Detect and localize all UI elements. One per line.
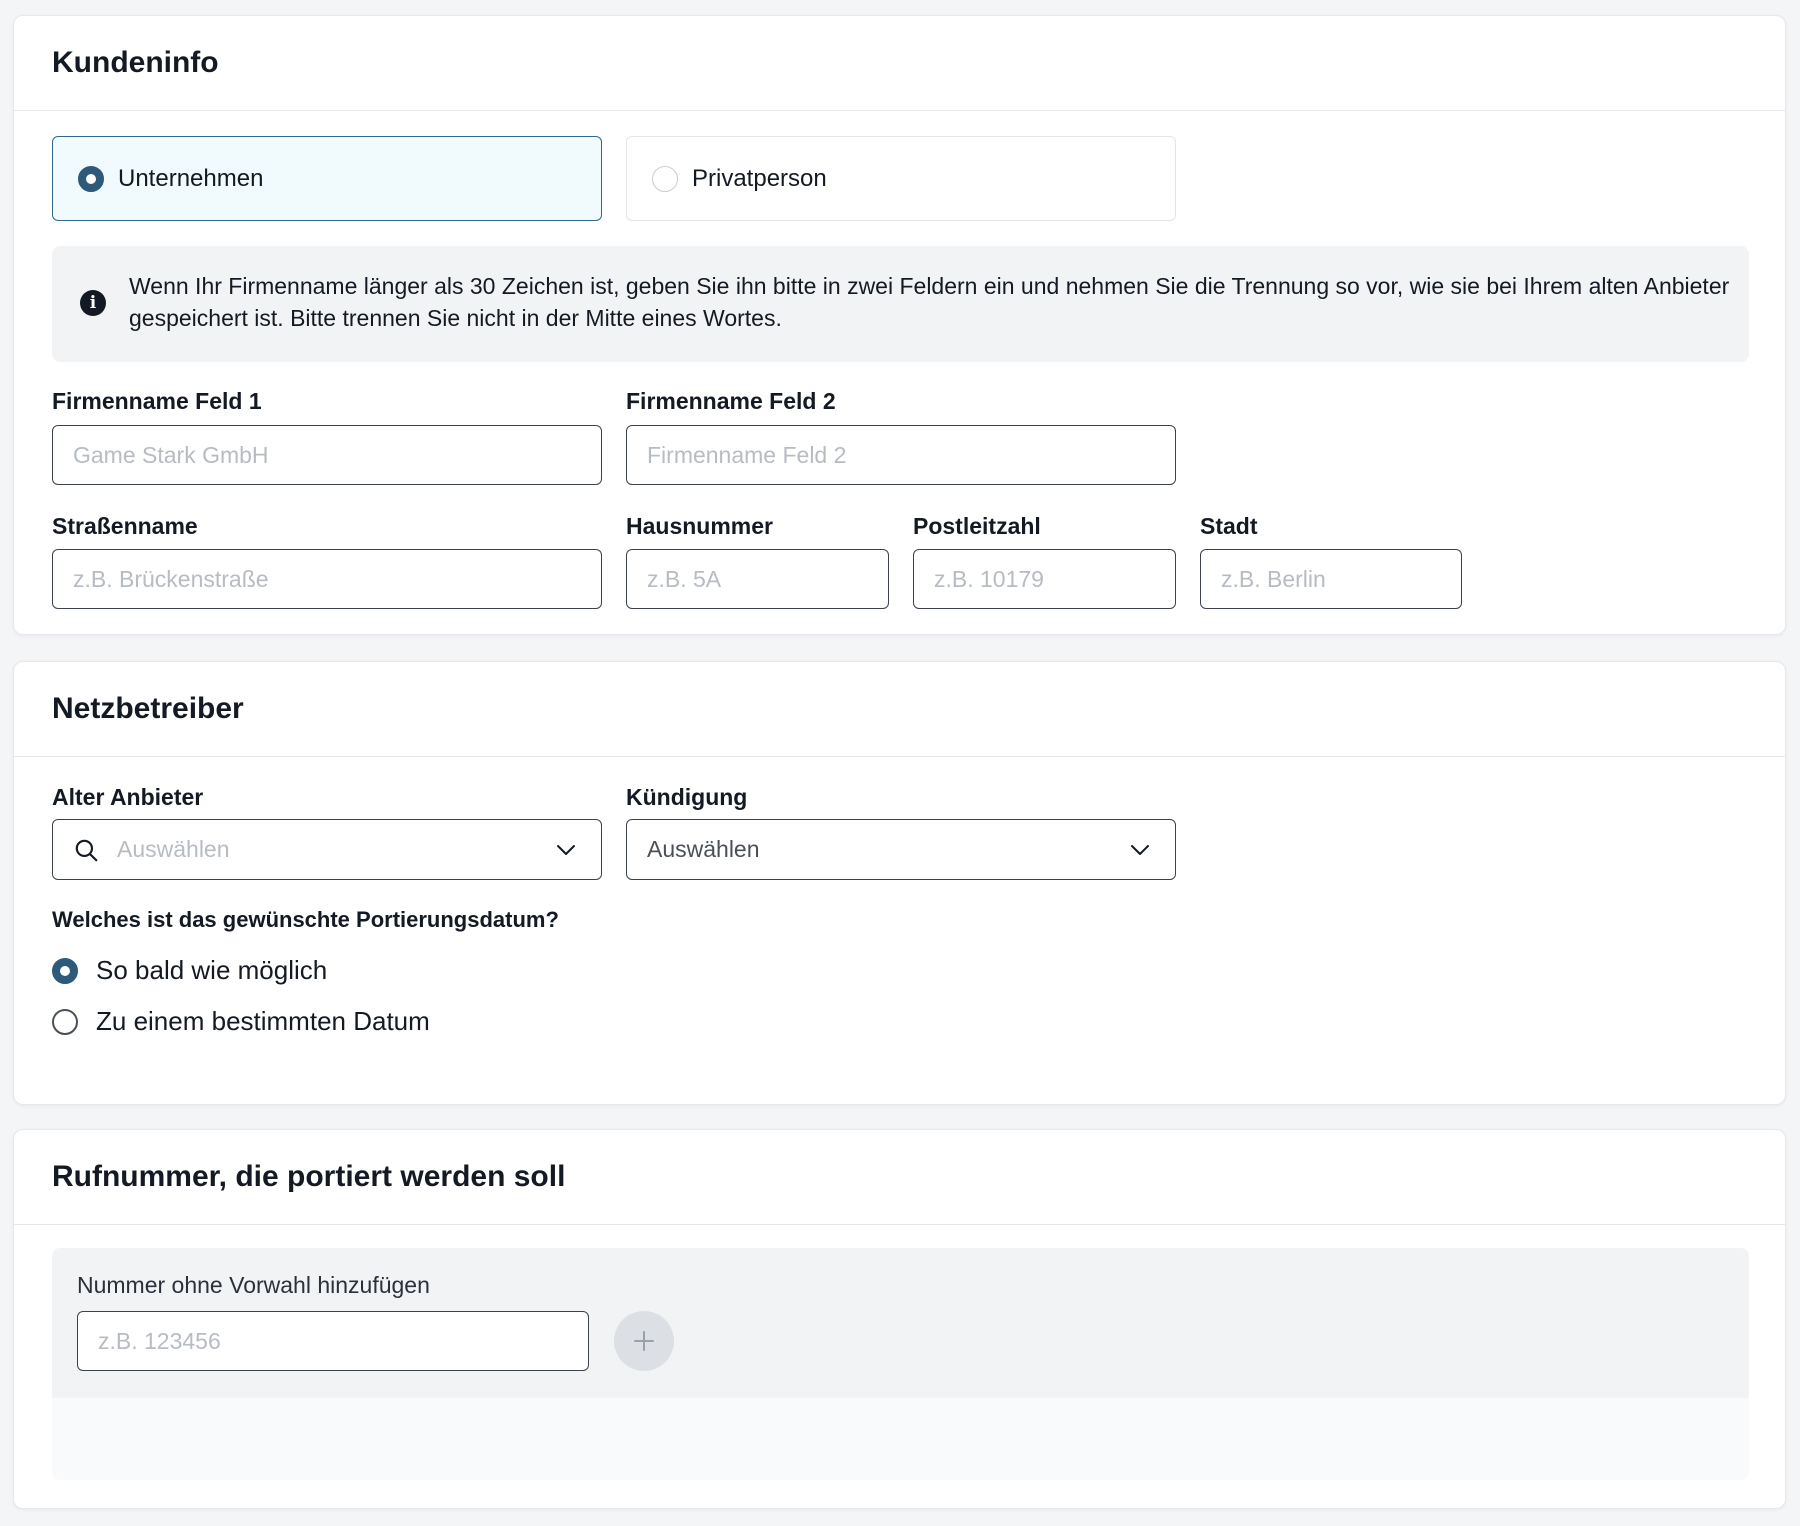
add-number-form-area: Nummer ohne Vorwahl hinzufügen xyxy=(52,1248,1749,1398)
porting-form-page: Kundeninfo Unternehmen Privatperson i We… xyxy=(0,0,1800,1526)
postal-code-input[interactable] xyxy=(913,549,1176,609)
private-radio[interactable] xyxy=(652,165,678,192)
customer-info-card: Kundeninfo Unternehmen Privatperson i We… xyxy=(13,15,1786,635)
search-icon xyxy=(73,837,99,863)
cancellation-select[interactable]: Auswählen xyxy=(626,819,1176,880)
customer-info-header: Kundeninfo xyxy=(14,16,1785,111)
private-option-label: Privatperson xyxy=(692,164,827,192)
plus-icon xyxy=(632,1329,656,1353)
old-provider-label: Alter Anbieter xyxy=(52,784,204,810)
company-name-1-label: Firmenname Feld 1 xyxy=(52,388,262,414)
cancellation-label: Kündigung xyxy=(626,784,748,810)
customer-info-title: Kundeninfo xyxy=(52,46,219,79)
phone-number-title: Rufnummer, die portiert werden soll xyxy=(52,1160,566,1193)
porting-asap-radio[interactable] xyxy=(52,957,78,984)
company-name-2-label: Firmenname Feld 2 xyxy=(626,388,836,414)
cancellation-value: Auswählen xyxy=(647,836,760,862)
porting-asap-option[interactable]: So bald wie möglich xyxy=(52,955,327,986)
add-number-button[interactable] xyxy=(614,1311,674,1371)
street-input[interactable] xyxy=(52,549,602,609)
company-name-1-input[interactable] xyxy=(52,425,602,485)
customer-type-private-option[interactable]: Privatperson xyxy=(626,136,1176,221)
porting-date-question: Welches ist das gewünschte Portierungsda… xyxy=(52,907,559,932)
company-radio[interactable] xyxy=(78,165,104,192)
add-number-panel: Nummer ohne Vorwahl hinzufügen xyxy=(52,1248,1749,1480)
customer-type-company-option[interactable]: Unternehmen xyxy=(52,136,602,221)
city-input[interactable] xyxy=(1200,549,1462,609)
chevron-down-icon xyxy=(1129,843,1151,857)
old-provider-placeholder: Auswählen xyxy=(117,836,230,862)
street-label: Straßenname xyxy=(52,513,198,539)
company-name-info-box: i Wenn Ihr Firmenname länger als 30 Zeic… xyxy=(52,246,1749,362)
house-number-input[interactable] xyxy=(626,549,889,609)
info-text: Wenn Ihr Firmenname länger als 30 Zeiche… xyxy=(129,273,1730,331)
chevron-down-icon xyxy=(555,843,577,857)
phone-number-input[interactable] xyxy=(77,1311,589,1371)
network-operator-card: Netzbetreiber Alter Anbieter Auswählen K… xyxy=(13,661,1786,1105)
company-option-label: Unternehmen xyxy=(118,164,264,192)
old-provider-select[interactable]: Auswählen xyxy=(52,819,602,880)
network-operator-title: Netzbetreiber xyxy=(52,692,244,725)
house-number-label: Hausnummer xyxy=(626,513,773,539)
network-operator-header: Netzbetreiber xyxy=(14,662,1785,757)
company-name-2-input[interactable] xyxy=(626,425,1176,485)
phone-number-header: Rufnummer, die portiert werden soll xyxy=(14,1130,1785,1225)
info-icon: i xyxy=(80,290,106,316)
city-label: Stadt xyxy=(1200,513,1258,539)
porting-date-radio[interactable] xyxy=(52,1008,78,1035)
porting-date-label: Zu einem bestimmten Datum xyxy=(96,1006,430,1036)
add-number-label: Nummer ohne Vorwahl hinzufügen xyxy=(77,1272,430,1298)
porting-asap-label: So bald wie möglich xyxy=(96,955,328,985)
postal-code-label: Postleitzahl xyxy=(913,513,1041,539)
phone-number-card: Rufnummer, die portiert werden soll Numm… xyxy=(13,1129,1786,1509)
porting-date-option[interactable]: Zu einem bestimmten Datum xyxy=(52,1006,430,1037)
